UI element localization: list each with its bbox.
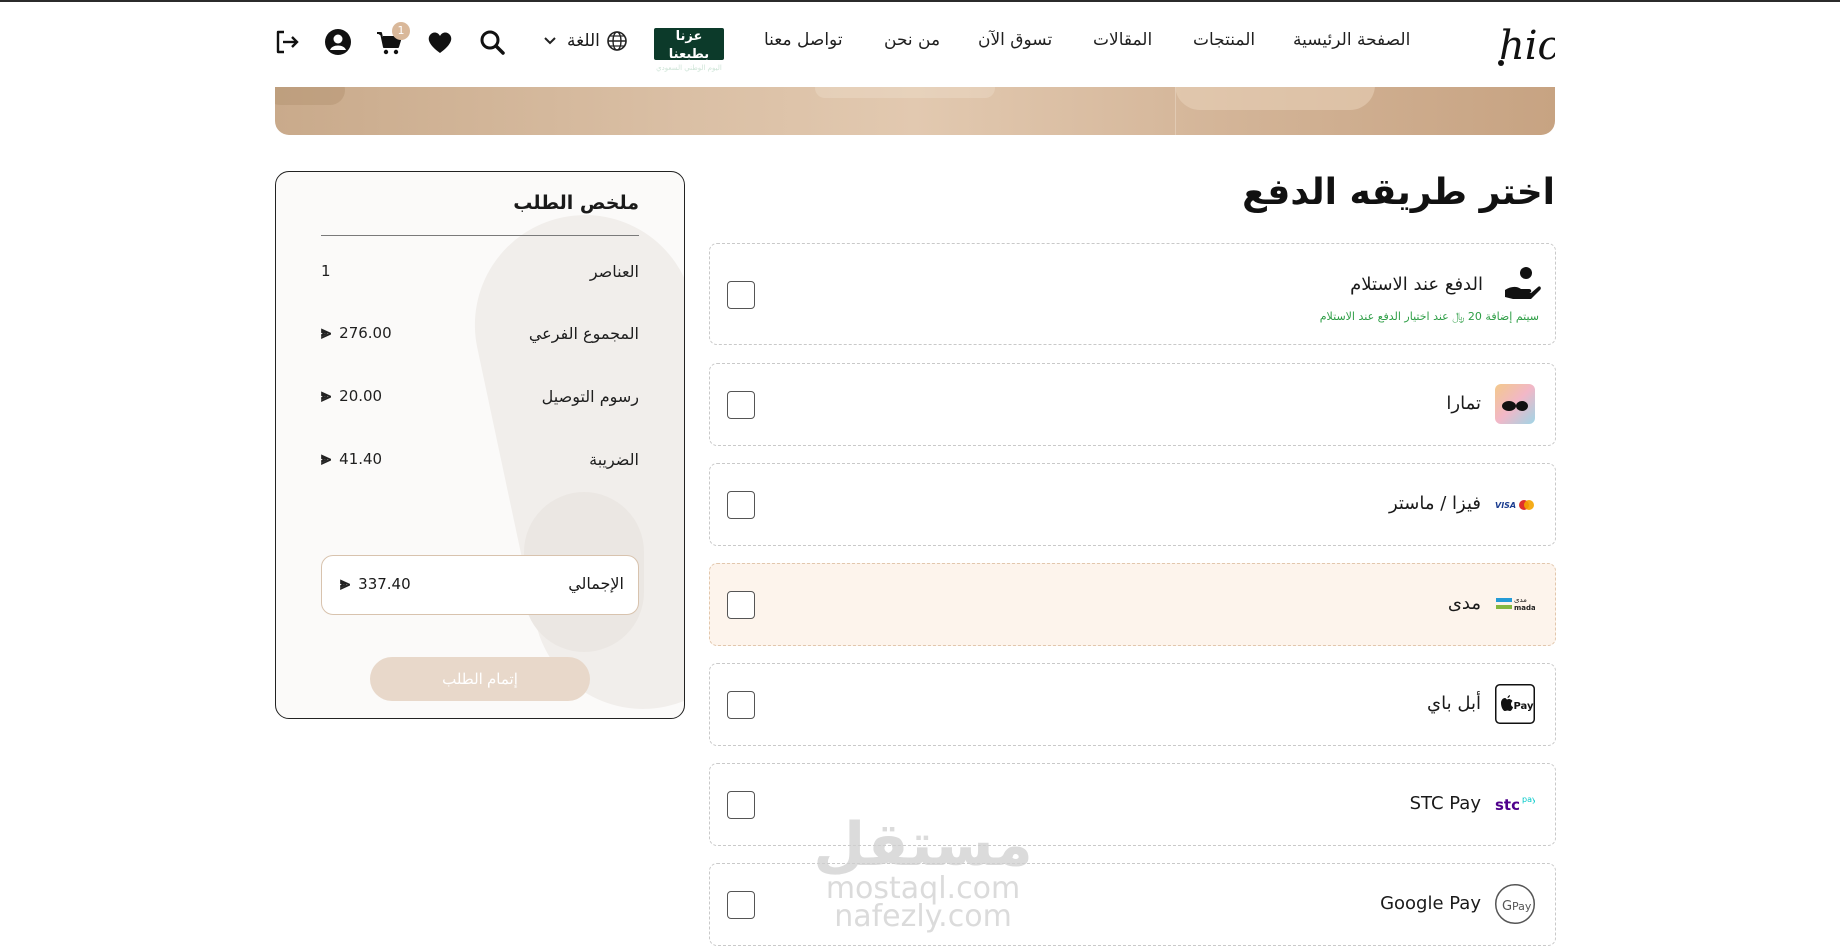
summary-title: ملخص الطلب bbox=[513, 192, 639, 214]
apple-pay-icon: Pay bbox=[1495, 684, 1535, 724]
stc-pay-label: STC Pay bbox=[1409, 793, 1481, 814]
delivery-row: ⫸ 20.00 bbox=[321, 385, 461, 406]
total-row: ⫸ 337.40 bbox=[340, 573, 411, 594]
nav-articles[interactable]: المقالات bbox=[1093, 30, 1152, 50]
riyal-icon: ⫸ bbox=[321, 448, 331, 469]
brand-logo[interactable]: hic bbox=[1497, 21, 1555, 67]
payment-option-apple-pay[interactable]: أبل باي Pay bbox=[709, 663, 1556, 746]
search-icon[interactable] bbox=[477, 27, 507, 57]
items-value: 1 bbox=[321, 262, 461, 280]
payment-option-cod[interactable]: الدفع عند الاستلام سيتم إضافة 20 ﷼ عند ا… bbox=[709, 243, 1556, 345]
site-header: hic الصفحة الرئيسية المنتجات المقالات تس… bbox=[0, 2, 1840, 87]
payment-option-tamara[interactable]: تمارا bbox=[709, 363, 1556, 446]
badge-title: عزنا بطبعنا bbox=[668, 29, 710, 62]
place-order-button[interactable]: إتمام الطلب bbox=[370, 657, 590, 701]
payment-option-visa-master[interactable]: فيزا / ماستر VISA bbox=[709, 463, 1556, 546]
svg-text:pay: pay bbox=[1522, 795, 1535, 804]
svg-text:مدى: مدى bbox=[1514, 596, 1527, 604]
tamara-label: تمارا bbox=[1446, 393, 1481, 414]
visa-master-label: فيزا / ماستر bbox=[1388, 493, 1481, 514]
items-count: 1 bbox=[321, 262, 331, 280]
user-icon[interactable] bbox=[323, 27, 353, 57]
heart-icon[interactable] bbox=[425, 27, 455, 57]
stc-pay-icon: stc pay bbox=[1495, 795, 1535, 814]
nav-products[interactable]: المنتجات bbox=[1193, 30, 1255, 50]
riyal-icon: ⫸ bbox=[321, 322, 331, 343]
cash-on-delivery-icon bbox=[1505, 267, 1541, 299]
riyal-icon: ⫸ bbox=[321, 385, 331, 406]
mada-icon: مدى mada bbox=[1496, 596, 1535, 612]
national-day-badge: عزنا بطبعنا اليوم الوطني السعودي bbox=[654, 28, 724, 72]
visa-mastercard-icon: VISA bbox=[1495, 500, 1534, 510]
watermark: مستقل mostaql.com nafezly.com bbox=[808, 810, 1038, 934]
cod-note: سيتم إضافة 20 ﷼ عند اختيار الدفع عند الا… bbox=[1319, 310, 1539, 323]
language-selector[interactable]: اللغة bbox=[543, 28, 628, 54]
badge-subtitle: اليوم الوطني السعودي bbox=[656, 64, 722, 72]
svg-text:VISA: VISA bbox=[1495, 501, 1516, 510]
payment-option-mada[interactable]: مدى مدى mada bbox=[709, 563, 1556, 646]
subtotal-row: ⫸ 276.00 bbox=[321, 322, 461, 343]
nav-contact[interactable]: تواصل معنا bbox=[764, 30, 843, 50]
svg-text:mada: mada bbox=[1514, 604, 1535, 612]
language-label: اللغة bbox=[567, 31, 600, 51]
tax-row: ⫸ 41.40 bbox=[321, 448, 461, 469]
mada-label: مدى bbox=[1447, 593, 1481, 614]
total-value: 337.40 bbox=[358, 574, 411, 593]
cart-count-badge: 1 bbox=[392, 22, 410, 40]
svg-text:stc: stc bbox=[1495, 796, 1520, 814]
svg-text:G: G bbox=[1502, 899, 1512, 914]
nav-shop-now[interactable]: تسوق الآن bbox=[978, 30, 1052, 50]
svg-text:Pay: Pay bbox=[1514, 701, 1535, 712]
payment-title: اختر طريقه الدفع bbox=[1242, 172, 1555, 213]
total-label: الإجمالي bbox=[568, 574, 624, 593]
visa-master-checkbox[interactable] bbox=[727, 491, 755, 519]
chevron-down-icon bbox=[544, 37, 556, 45]
subtotal-value: 276.00 bbox=[339, 323, 392, 342]
riyal-icon: ⫸ bbox=[340, 573, 350, 594]
order-summary-card: ملخص الطلب العناصر 1 المجموع الفرعي ⫸ 27… bbox=[275, 171, 685, 719]
nav-home[interactable]: الصفحة الرئيسية bbox=[1293, 30, 1410, 50]
cod-checkbox[interactable] bbox=[727, 281, 755, 309]
google-pay-icon: G Pay bbox=[1495, 884, 1535, 924]
tax-value: 41.40 bbox=[339, 449, 383, 468]
total-box: الإجمالي ⫸ 337.40 bbox=[321, 555, 639, 615]
google-pay-checkbox[interactable] bbox=[727, 891, 755, 919]
svg-text:hic: hic bbox=[1499, 23, 1555, 67]
logout-icon[interactable] bbox=[272, 27, 302, 57]
watermark-nafezly: nafezly.com bbox=[834, 899, 1012, 934]
apple-pay-label: أبل باي bbox=[1427, 693, 1481, 714]
delivery-value: 20.00 bbox=[339, 386, 383, 405]
globe-icon bbox=[607, 31, 627, 51]
google-pay-label: Google Pay bbox=[1380, 893, 1481, 914]
cod-label: الدفع عند الاستلام bbox=[1350, 274, 1483, 295]
apple-pay-checkbox[interactable] bbox=[727, 691, 755, 719]
tamara-icon bbox=[1495, 384, 1535, 424]
tamara-checkbox[interactable] bbox=[727, 391, 755, 419]
mada-checkbox[interactable] bbox=[727, 591, 755, 619]
watermark-arabic: مستقل bbox=[813, 810, 1034, 880]
summary-divider bbox=[321, 235, 639, 236]
svg-text:Pay: Pay bbox=[1512, 900, 1532, 913]
stc-pay-checkbox[interactable] bbox=[727, 791, 755, 819]
nav-about[interactable]: من نحن bbox=[884, 30, 940, 50]
